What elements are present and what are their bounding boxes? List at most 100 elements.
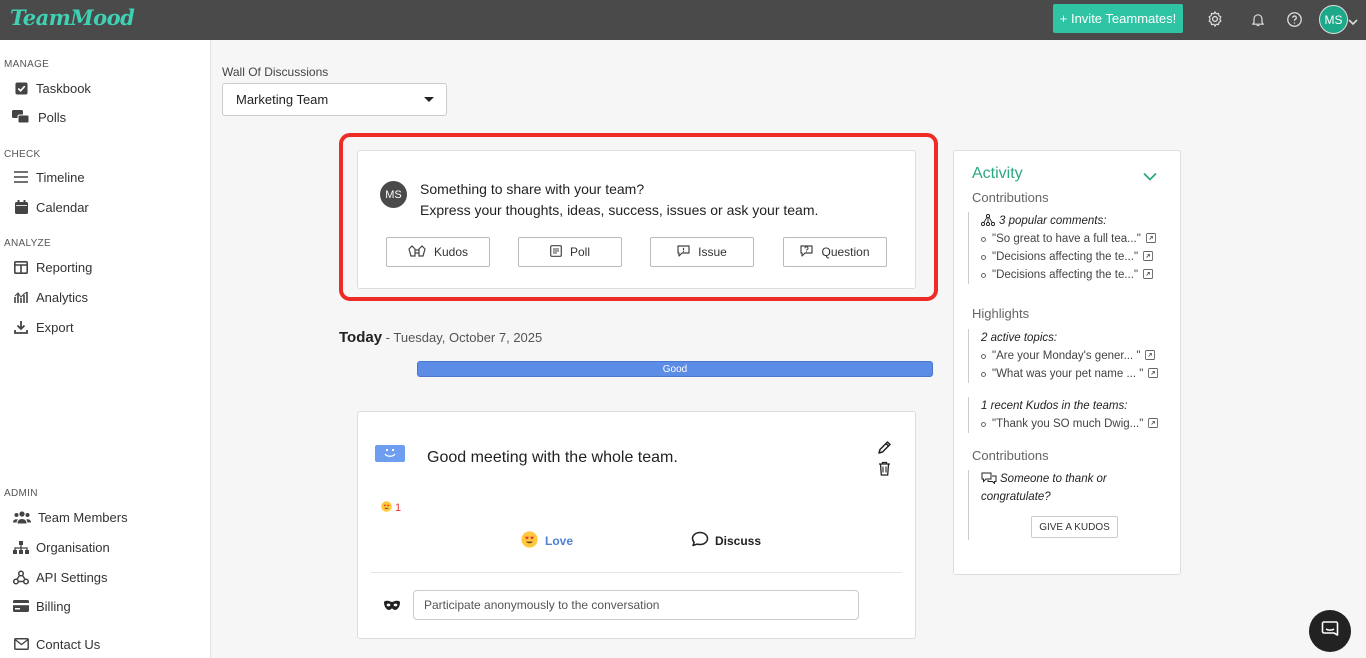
trash-icon[interactable] xyxy=(878,461,891,481)
external-link-icon[interactable] xyxy=(1148,367,1159,381)
checkbox-icon xyxy=(12,80,30,96)
kudos-button[interactable]: Kudos xyxy=(386,237,490,267)
reaction-count[interactable]: 1 xyxy=(381,501,401,515)
team-select[interactable]: Marketing Team xyxy=(222,83,447,116)
sidebar-item-taskbook[interactable]: Taskbook xyxy=(12,77,91,99)
popular-comment-item[interactable]: "Decisions affecting the te..." xyxy=(981,248,1156,266)
sidebar-item-organisation[interactable]: Organisation xyxy=(12,536,110,558)
question-button[interactable]: Question xyxy=(783,237,887,267)
topic-item[interactable]: "Are your Monday's gener... " xyxy=(981,347,1158,365)
external-link-icon[interactable] xyxy=(1145,232,1156,246)
divider xyxy=(371,572,902,573)
issue-button[interactable]: Issue xyxy=(650,237,754,267)
today-heading: Today - Tuesday, October 7, 2025 xyxy=(339,329,542,346)
teammood-logo[interactable]: TeamMood xyxy=(10,5,135,30)
analytics-icon xyxy=(12,289,30,305)
gear-icon[interactable] xyxy=(1205,9,1225,29)
poll-button[interactable]: Poll xyxy=(518,237,622,267)
team-select-value: Marketing Team xyxy=(236,92,329,107)
sidebar-item-analytics[interactable]: Analytics xyxy=(12,286,88,308)
topic-item[interactable]: "What was your pet name ... " xyxy=(981,365,1159,383)
calendar-icon xyxy=(12,199,30,215)
sidebar-item-contact-us[interactable]: Contact Us xyxy=(12,633,100,655)
author-avatar: MS xyxy=(380,181,407,208)
sidebar-item-reporting[interactable]: Reporting xyxy=(12,256,92,278)
thank-prompt-line1: Someone to thank or xyxy=(1000,473,1107,485)
kudos-item[interactable]: "Thank you SO much Dwig..." xyxy=(981,415,1159,433)
discuss-button[interactable]: Discuss xyxy=(691,531,761,550)
love-button[interactable]: Love xyxy=(521,531,573,551)
section-label-check: CHECK xyxy=(4,149,41,160)
give-a-kudos-button[interactable]: GIVE A KUDOS xyxy=(1031,516,1118,538)
section-label-analyze: ANALYZE xyxy=(4,238,51,249)
activity-title: Activity xyxy=(972,165,1023,182)
mood-bar-good: Good xyxy=(417,361,933,377)
sidebar-item-timeline[interactable]: Timeline xyxy=(12,166,85,188)
sidebar-item-api-settings[interactable]: API Settings xyxy=(12,566,108,588)
discuss-button-label: Discuss xyxy=(715,533,762,548)
today-date: - Tuesday, October 7, 2025 xyxy=(382,330,543,345)
external-link-icon[interactable] xyxy=(1143,268,1153,282)
post-text: Good meeting with the whole team. xyxy=(427,449,678,466)
share-prompt-subtitle: Express your thoughts, ideas, success, i… xyxy=(420,202,819,218)
mail-icon xyxy=(12,636,30,652)
external-link-icon[interactable] xyxy=(1145,349,1156,363)
good-mood-icon xyxy=(375,445,405,462)
top-bar: TeamMood + Invite Teammates! MS xyxy=(0,0,1366,40)
sidebar-item-calendar[interactable]: Calendar xyxy=(12,196,89,218)
kudos-icon xyxy=(408,244,434,261)
give-kudos-block: Someone to thank or congratulate? GIVE A… xyxy=(968,470,1118,540)
activity-panel: Activity Contributions 3 popular comment… xyxy=(953,150,1181,575)
share-prompt-title: Something to share with your team? xyxy=(420,181,645,197)
sidebar-item-billing[interactable]: Billing xyxy=(12,595,71,617)
issue-button-label: Issue xyxy=(698,245,727,259)
sidebar-item-polls[interactable]: Polls xyxy=(12,106,66,128)
popular-comment-item[interactable]: "So great to have a full tea..." xyxy=(981,230,1156,248)
wall-of-discussions-label: Wall Of Discussions xyxy=(222,65,329,79)
users-icon xyxy=(12,509,32,525)
network-icon xyxy=(980,213,996,229)
help-icon[interactable] xyxy=(1284,9,1304,29)
section-label-admin: ADMIN xyxy=(4,488,38,499)
sidebar-item-label: Organisation xyxy=(36,539,110,555)
pencil-icon[interactable] xyxy=(877,440,892,460)
bell-icon[interactable] xyxy=(1248,9,1268,29)
active-topics-block: 2 active topics: "Are your Monday's gene… xyxy=(968,329,1159,383)
sidebar-item-label: Team Members xyxy=(38,509,128,525)
sidebar-item-label: Taskbook xyxy=(36,80,91,96)
sidebar-item-label: API Settings xyxy=(36,569,108,585)
anonymous-comment-input[interactable] xyxy=(413,590,859,620)
issue-icon xyxy=(677,244,698,260)
kudos-button-label: Kudos xyxy=(433,245,469,259)
sidebar-item-label: Timeline xyxy=(36,169,85,185)
active-topics-heading: 2 active topics: xyxy=(981,332,1058,344)
sidebar-item-label: Billing xyxy=(36,598,71,614)
recent-kudos-block: 1 recent Kudos in the teams: "Thank you … xyxy=(968,397,1159,433)
popular-comment-item[interactable]: "Decisions affecting the te..." xyxy=(981,266,1156,284)
external-link-icon[interactable] xyxy=(1148,417,1159,431)
chevron-down-icon[interactable] xyxy=(1348,13,1358,31)
thank-prompt-line2: congratulate? xyxy=(981,491,1051,503)
webhook-icon xyxy=(12,569,30,585)
sidebar-item-team-members[interactable]: Team Members xyxy=(12,506,128,528)
credit-card-icon xyxy=(12,598,30,614)
table-icon xyxy=(12,259,30,275)
sidebar-item-label: Export xyxy=(36,319,74,335)
speech-bubble-icon xyxy=(691,531,709,550)
question-button-label: Question xyxy=(821,245,870,259)
sidebar-item-label: Reporting xyxy=(36,259,93,275)
sidebar-item-export[interactable]: Export xyxy=(12,316,74,338)
sidebar: MANAGE Taskbook Polls CHECK Timeline Cal… xyxy=(0,40,211,658)
poll-button-label: Poll xyxy=(569,245,590,259)
chat-launcher-button[interactable] xyxy=(1309,610,1351,652)
highlights-label: Highlights xyxy=(972,306,1030,321)
caret-down-icon xyxy=(424,97,434,102)
heart-eyes-emoji-icon xyxy=(381,501,392,515)
sidebar-item-label: Calendar xyxy=(36,199,89,215)
external-link-icon[interactable] xyxy=(1143,250,1153,264)
user-avatar[interactable]: MS xyxy=(1319,5,1348,34)
chevron-down-icon[interactable] xyxy=(1143,168,1157,186)
sidebar-item-label: Polls xyxy=(38,109,67,125)
invite-teammates-button[interactable]: + Invite Teammates! xyxy=(1053,4,1183,33)
polls-icon xyxy=(12,109,30,125)
